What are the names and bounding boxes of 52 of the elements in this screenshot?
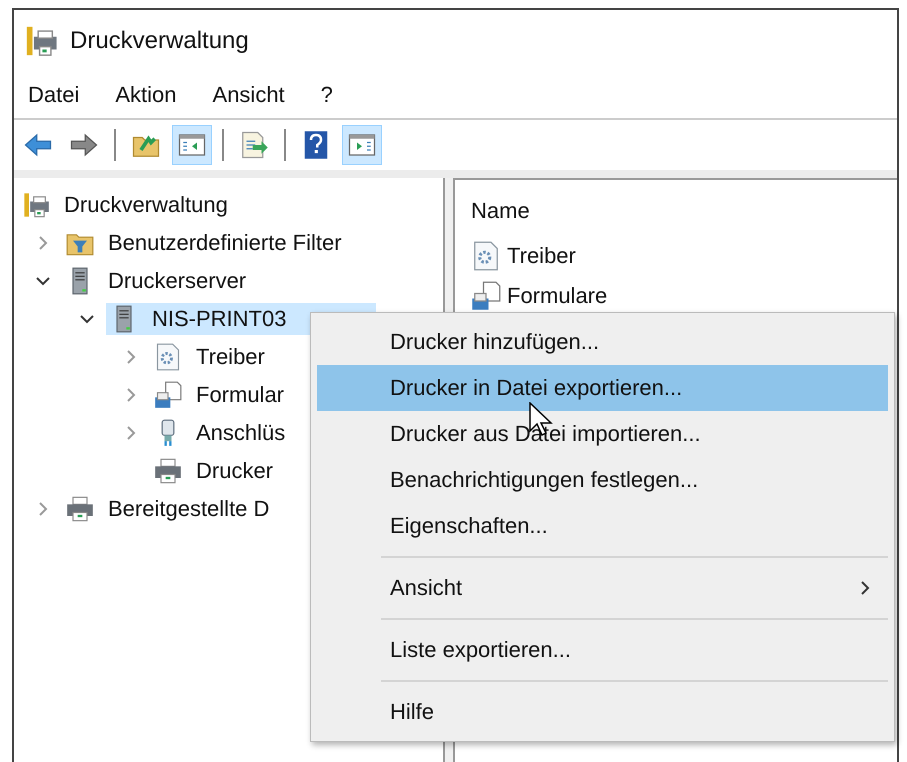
list-item[interactable]: Treiber bbox=[507, 243, 576, 269]
tree-item[interactable]: Treiber bbox=[150, 341, 269, 373]
menu-item-label: Ansicht bbox=[390, 575, 462, 601]
tree-item[interactable]: Druckerserver bbox=[62, 265, 250, 297]
menu-item-label: Liste exportieren... bbox=[390, 637, 571, 663]
menu-item[interactable]: Ansicht bbox=[317, 565, 888, 611]
menu-item[interactable]: ? bbox=[320, 82, 333, 108]
menu-item-label: Hilfe bbox=[390, 699, 434, 725]
printer-icon bbox=[154, 457, 182, 485]
printer-icon bbox=[66, 495, 94, 523]
menu-item[interactable]: Hilfe bbox=[317, 689, 888, 735]
menu-item[interactable]: Aktion bbox=[115, 82, 177, 108]
menu-item[interactable]: Datei bbox=[28, 82, 80, 108]
menu-item-label: Drucker hinzufügen... bbox=[390, 329, 600, 355]
menu-item[interactable]: Benachrichtigungen festlegen... bbox=[317, 457, 888, 503]
tree-item-label: Formular bbox=[196, 382, 284, 408]
window-title: Druckverwaltung bbox=[70, 27, 249, 55]
menu-item-label: Eigenschaften... bbox=[390, 513, 548, 539]
tree-item-label: Treiber bbox=[196, 344, 265, 370]
tree-item-label: Drucker bbox=[196, 458, 274, 484]
tree-item-label: Anschlüs bbox=[196, 420, 286, 446]
tree-item-label: Druckerserver bbox=[108, 268, 246, 294]
printer-icon bbox=[22, 191, 50, 219]
printer-icon bbox=[24, 24, 58, 58]
tree-item[interactable]: Druckverwaltung bbox=[18, 189, 232, 221]
menu-item-label: Drucker in Datei exportieren... bbox=[390, 375, 682, 401]
toolbar-button[interactable] bbox=[172, 125, 212, 165]
menu-item-label: Benachrichtigungen festlegen... bbox=[390, 467, 698, 493]
menu-item-label: Drucker aus Datei importieren... bbox=[390, 421, 701, 447]
tree-item[interactable]: Formular bbox=[150, 379, 288, 411]
menu-item[interactable]: Eigenschaften... bbox=[317, 503, 888, 549]
gear-document-icon bbox=[154, 343, 182, 371]
document-arrow-icon bbox=[239, 130, 269, 160]
tree-item-label: Druckverwaltung bbox=[64, 192, 228, 218]
tree-item[interactable]: Drucker bbox=[150, 455, 278, 487]
list-item[interactable]: Formulare bbox=[507, 283, 608, 309]
tree-item[interactable]: Anschlüs bbox=[150, 417, 290, 449]
column-header[interactable]: Name bbox=[471, 198, 897, 224]
menu-item[interactable]: Drucker in Datei exportieren... bbox=[317, 365, 888, 411]
toolbar-button[interactable] bbox=[342, 125, 382, 165]
forms-icon bbox=[154, 381, 182, 409]
tree-item[interactable]: Bereitgestellte D bbox=[62, 493, 274, 525]
tree-item-label: Benutzerdefinierte Filter bbox=[108, 230, 342, 256]
menu-item[interactable]: Ansicht bbox=[212, 82, 285, 108]
forms-icon bbox=[471, 281, 501, 311]
tree-item-label: Bereitgestellte D bbox=[108, 496, 270, 522]
tree-item-label: NIS-PRINT03 bbox=[152, 306, 286, 332]
tree-item[interactable]: Benutzerdefinierte Filter bbox=[62, 227, 346, 259]
gear-document-icon bbox=[471, 241, 501, 271]
menu-item[interactable]: Liste exportieren... bbox=[317, 627, 888, 673]
chevron-icon bbox=[860, 580, 870, 596]
menu-item[interactable]: Drucker aus Datei importieren... bbox=[317, 411, 888, 457]
